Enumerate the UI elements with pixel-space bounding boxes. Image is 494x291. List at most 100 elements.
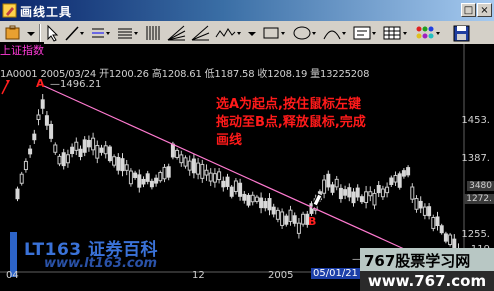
candle-body	[82, 139, 87, 153]
tool-dropdown-button[interactable]	[25, 23, 37, 43]
candle-body	[410, 186, 415, 200]
angle-lines-icon	[191, 25, 210, 41]
candle-body	[435, 216, 440, 226]
candle-body	[137, 174, 142, 188]
chevron-down-icon	[27, 32, 35, 36]
candle-body	[200, 163, 205, 179]
start-arrow-icon	[1, 81, 9, 95]
freehand-tool[interactable]	[214, 23, 244, 43]
toolbar-separator	[39, 24, 41, 42]
arc-icon	[323, 30, 346, 40]
cursor-arrow-icon	[47, 24, 59, 42]
candle-body	[175, 149, 180, 158]
candle-body	[254, 196, 259, 202]
candle-body	[401, 170, 406, 177]
candle-body	[359, 196, 364, 203]
palette-tool[interactable]	[414, 23, 444, 43]
angle-tool[interactable]	[190, 23, 212, 43]
candle-body	[242, 193, 247, 201]
candle-body	[246, 194, 251, 206]
candle-body	[263, 201, 268, 209]
candle-body	[221, 180, 226, 188]
fan-lines-icon	[167, 25, 186, 41]
horizontal-lines-icon	[92, 28, 110, 38]
candle-body	[57, 155, 62, 165]
parallel-lines-tool[interactable]	[116, 23, 140, 43]
candle-body	[389, 177, 394, 185]
pointer-tool[interactable]	[44, 23, 60, 43]
candle-body	[65, 154, 70, 164]
dropdown-tool[interactable]	[246, 23, 258, 43]
x-tick: 04	[6, 270, 19, 281]
candle-body	[124, 164, 129, 171]
candle-body	[233, 180, 238, 193]
candle-body	[422, 206, 427, 216]
current-price-box: 3480	[467, 181, 494, 191]
grid-icon	[383, 26, 407, 40]
parallel-lines-icon	[118, 28, 138, 39]
candle-body	[280, 211, 285, 226]
index-code: 1A0001	[0, 69, 38, 80]
candle-body	[128, 170, 133, 185]
point-a-label: A	[36, 77, 45, 90]
candle-body	[149, 180, 154, 188]
candle-body	[343, 189, 348, 196]
candle-body	[116, 156, 121, 171]
x-tick: 2005	[268, 270, 294, 281]
title-bar[interactable]: 画线工具 □ ×	[0, 0, 494, 21]
instruction-line: 选A为起点,按住鼠标左键	[216, 97, 361, 112]
candle-body	[107, 146, 112, 162]
candle-body	[414, 198, 419, 210]
instruction-line: 画线	[216, 133, 243, 148]
grid-tool[interactable]	[382, 23, 412, 43]
candle-body	[330, 184, 335, 193]
cursor-price-box: 1272.	[464, 194, 494, 204]
candle-body	[368, 191, 373, 197]
candle-body	[355, 187, 360, 198]
chevron-down-icon	[248, 32, 256, 36]
text-tool[interactable]	[352, 23, 380, 43]
site-watermark: 767股票学习网 www.767.com	[360, 248, 494, 291]
candle-body	[292, 215, 297, 224]
kline-chart[interactable]: 上证指数 1A0001 2005/03/24 开1200.26 高1208.61 低11…	[0, 42, 494, 291]
candle-body	[28, 148, 33, 155]
candle-body	[267, 198, 272, 211]
candle-body	[275, 209, 280, 220]
candle-body	[162, 166, 167, 180]
candle-body	[288, 209, 293, 222]
candle-body	[347, 187, 352, 198]
restore-button[interactable]: □	[461, 3, 476, 17]
save-tool[interactable]	[452, 23, 474, 43]
waveform-icon	[215, 28, 241, 38]
candle-body	[296, 222, 301, 234]
screen: 画线工具 □ × 上证指数 1A0001 2005/03/24 开1200.26…	[0, 0, 494, 291]
horizontal-line-tool[interactable]	[90, 23, 112, 43]
ellipse-icon	[293, 26, 316, 40]
brand-url: www.lt163.com	[44, 256, 158, 271]
candle-body	[86, 139, 91, 148]
candle-body	[372, 192, 377, 206]
candle-body	[19, 173, 24, 184]
candle-body	[208, 172, 213, 182]
vertical-lines-tool[interactable]	[144, 23, 164, 43]
candle-body	[376, 185, 381, 194]
x-tick: 12	[192, 270, 205, 281]
quote-info-line: 1A0001 2005/03/24 开1200.26 高1208.61 低1187.58…	[0, 65, 372, 80]
ellipse-tool[interactable]	[292, 23, 320, 43]
segment-tool[interactable]	[64, 23, 86, 43]
vertical-lines-icon	[146, 26, 160, 40]
tool-icon-button[interactable]	[4, 23, 22, 43]
rectangle-tool[interactable]	[262, 23, 290, 43]
candle-body	[284, 215, 289, 225]
arc-tool[interactable]	[322, 23, 350, 43]
candle-body	[271, 206, 276, 215]
window-title: 画线工具	[20, 5, 73, 19]
candle-body	[95, 145, 100, 159]
candle-body	[351, 191, 356, 204]
candle-body	[61, 152, 66, 167]
candle-body	[32, 133, 37, 141]
y-tick: 1255.	[461, 229, 490, 240]
close-button[interactable]: ×	[477, 3, 492, 17]
candle-body	[250, 194, 255, 203]
fan-lines-tool[interactable]	[166, 23, 188, 43]
